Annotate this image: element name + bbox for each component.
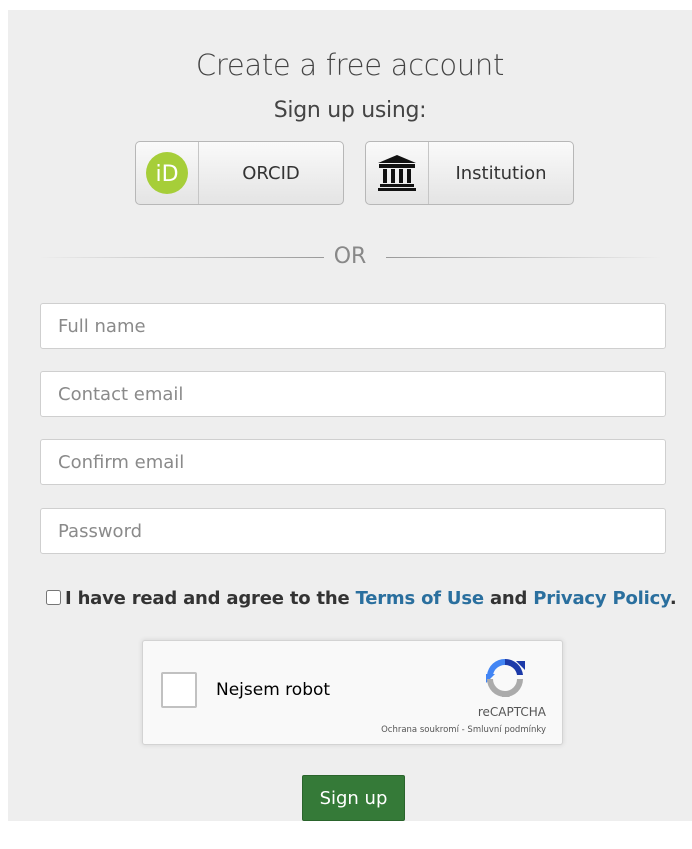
- terms-agreement: I have read and agree to the Terms of Us…: [46, 588, 686, 609]
- orcid-icon-cell: iD: [136, 142, 199, 204]
- agreement-suffix: .: [669, 588, 677, 609]
- signup-button[interactable]: Sign up: [302, 775, 405, 821]
- page-title: Create a free account: [195, 48, 505, 82]
- recaptcha-checkbox[interactable]: [161, 672, 197, 708]
- institution-icon: [378, 155, 416, 191]
- terms-of-use-link[interactable]: Terms of Use: [356, 588, 485, 609]
- divider-line-right: [386, 257, 662, 258]
- recaptcha-widget: Nejsem robot reCAPTCHA Ochrana soukromí …: [142, 640, 563, 745]
- institution-label: Institution: [455, 162, 547, 184]
- agreement-conjunction: and: [489, 588, 528, 609]
- recaptcha-privacy-link[interactable]: Ochrana soukromí: [381, 725, 459, 735]
- recaptcha-logo-icon: [486, 658, 525, 697]
- institution-signup-button[interactable]: Institution: [365, 141, 574, 205]
- orcid-icon-text: iD: [155, 162, 178, 187]
- institution-icon-cell: [366, 142, 429, 204]
- signup-subtitle: Sign up using:: [273, 98, 427, 123]
- contact-email-input[interactable]: [40, 371, 666, 417]
- recaptcha-label: Nejsem robot: [216, 680, 331, 700]
- or-divider: OR: [38, 244, 662, 272]
- confirm-email-input[interactable]: [40, 439, 666, 485]
- recaptcha-links: Ochrana soukromí - Smluvní podmínky: [381, 725, 546, 735]
- recaptcha-brand: reCAPTCHA: [477, 705, 546, 719]
- orcid-icon: iD: [146, 152, 188, 194]
- agreement-prefix: I have read and agree to the: [65, 588, 350, 609]
- full-name-input[interactable]: [40, 303, 666, 349]
- password-input[interactable]: [40, 508, 666, 554]
- recaptcha-terms-link[interactable]: Smluvní podmínky: [467, 725, 546, 735]
- orcid-label: ORCID: [242, 162, 300, 184]
- orcid-signup-button[interactable]: iD ORCID: [135, 141, 344, 205]
- terms-checkbox[interactable]: [46, 590, 61, 605]
- privacy-policy-link[interactable]: Privacy Policy: [533, 588, 670, 609]
- signup-panel: Create a free account Sign up using: iD …: [8, 10, 692, 821]
